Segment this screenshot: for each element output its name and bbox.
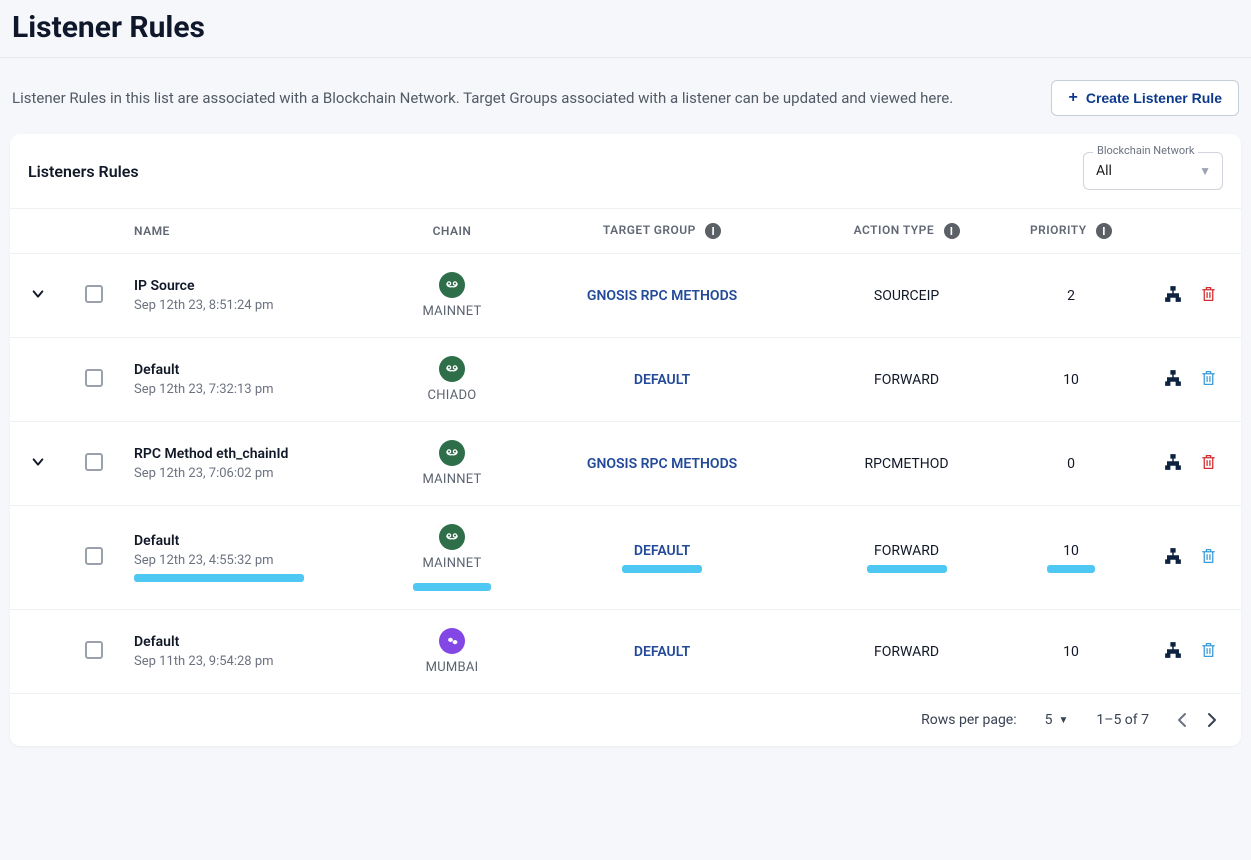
rows-per-page-label: Rows per page: [921,712,1016,728]
delete-icon[interactable] [1200,547,1217,565]
target-group-link[interactable]: DEFAULT [634,644,690,660]
pagination: Rows per page: 5 ▼ 1–5 of 7 [10,694,1241,746]
delete-icon[interactable] [1200,285,1217,303]
action-type: FORWARD [874,372,939,388]
gnosis-chain-icon [439,272,465,298]
target-groups-icon[interactable] [1164,369,1182,387]
chain-label: CHIADO [428,388,477,403]
target-groups-icon[interactable] [1164,641,1182,659]
row-checkbox[interactable] [85,453,103,471]
action-type: FORWARD [874,543,939,559]
priority: 10 [1063,543,1079,559]
card-header: Listeners Rules Blockchain Network All ▼ [10,134,1241,209]
highlight-bar [134,574,304,582]
rule-name: IP Source [134,278,370,294]
chain-label: MUMBAI [426,660,479,675]
highlight-bar [413,583,491,591]
prev-page-button[interactable] [1177,712,1187,728]
col-target-group: TARGET GROUP i [522,209,802,254]
create-listener-rule-button[interactable]: + Create Listener Rule [1051,80,1239,116]
delete-icon[interactable] [1200,453,1217,471]
priority: 0 [1067,456,1075,472]
intro-row: Listener Rules in this list are associat… [0,58,1251,134]
target-group-link[interactable]: GNOSIS RPC METHODS [587,288,737,304]
table-row: Default Sep 11th 23, 9:54:28 pm MUMBAI DEFA… [10,610,1241,694]
gnosis-chain-icon [439,524,465,550]
target-group-link[interactable]: DEFAULT [634,543,690,559]
delete-icon[interactable] [1200,369,1217,387]
col-priority: PRIORITY i [1011,209,1131,254]
action-type: SOURCEIP [874,288,939,304]
plus-icon: + [1068,89,1077,107]
action-type: RPCMETHOD [865,456,949,472]
rule-timestamp: Sep 12th 23, 7:06:02 pm [134,466,370,481]
info-icon[interactable]: i [944,223,960,239]
page-range: 1–5 of 7 [1096,712,1149,728]
row-checkbox[interactable] [85,641,103,659]
rule-name: RPC Method eth_chainId [134,446,370,462]
chain-label: MAINNET [422,472,481,487]
table-row: RPC Method eth_chainId Sep 12th 23, 7:06:… [10,422,1241,506]
table-row: Default Sep 12th 23, 4:55:32 pm MAINNET DEF… [10,506,1241,610]
col-action-type: ACTION TYPE i [802,209,1011,254]
priority: 2 [1067,288,1075,304]
gnosis-chain-icon [439,440,465,466]
network-filter-value[interactable]: All [1083,152,1223,190]
priority: 10 [1063,372,1079,388]
create-button-label: Create Listener Rule [1086,90,1222,106]
highlight-bar [622,565,702,573]
col-chain: CHAIN [382,209,522,254]
rule-timestamp: Sep 12th 23, 8:51:24 pm [134,298,370,313]
next-page-button[interactable] [1207,712,1217,728]
target-groups-icon[interactable] [1164,547,1182,565]
info-icon[interactable]: i [1096,223,1112,239]
page-header: Listener Rules [0,0,1251,58]
action-type: FORWARD [874,644,939,660]
network-filter-legend: Blockchain Network [1093,144,1198,157]
table-row: Default Sep 12th 23, 7:32:13 pm CHIADO DEFA… [10,338,1241,422]
dropdown-caret-icon: ▼ [1059,715,1069,726]
polygon-chain-icon [439,628,465,654]
rule-timestamp: Sep 12th 23, 7:32:13 pm [134,382,370,397]
rule-name: Default [134,362,370,378]
rule-timestamp: Sep 11th 23, 9:54:28 pm [134,654,370,669]
expand-toggle[interactable] [31,455,45,469]
target-groups-icon[interactable] [1164,285,1182,303]
rules-table: NAME CHAIN TARGET GROUP i ACTION TYPE i … [10,209,1241,694]
expand-toggle[interactable] [31,287,45,301]
row-checkbox[interactable] [85,547,103,565]
network-filter[interactable]: Blockchain Network All ▼ [1083,152,1223,190]
priority: 10 [1063,644,1079,660]
rows-per-page-select[interactable]: 5 ▼ [1045,712,1069,728]
rule-name: Default [134,533,370,549]
info-icon[interactable]: i [705,223,721,239]
rule-timestamp: Sep 12th 23, 4:55:32 pm [134,553,370,568]
delete-icon[interactable] [1200,641,1217,659]
highlight-bar [1047,565,1095,573]
target-group-link[interactable]: GNOSIS RPC METHODS [587,456,737,472]
intro-text: Listener Rules in this list are associat… [12,89,953,107]
card-title: Listeners Rules [28,162,139,181]
rule-name: Default [134,634,370,650]
target-groups-icon[interactable] [1164,453,1182,471]
chain-label: MAINNET [422,556,481,571]
page-title: Listener Rules [12,10,1239,45]
row-checkbox[interactable] [85,285,103,303]
row-checkbox[interactable] [85,369,103,387]
target-group-link[interactable]: DEFAULT [634,372,690,388]
listeners-card: Listeners Rules Blockchain Network All ▼… [10,134,1241,746]
chain-label: MAINNET [422,304,481,319]
highlight-bar [867,565,947,573]
col-name: NAME [122,209,382,254]
table-row: IP Source Sep 12th 23, 8:51:24 pm MAINNET G… [10,254,1241,338]
gnosis-chain-icon [439,356,465,382]
